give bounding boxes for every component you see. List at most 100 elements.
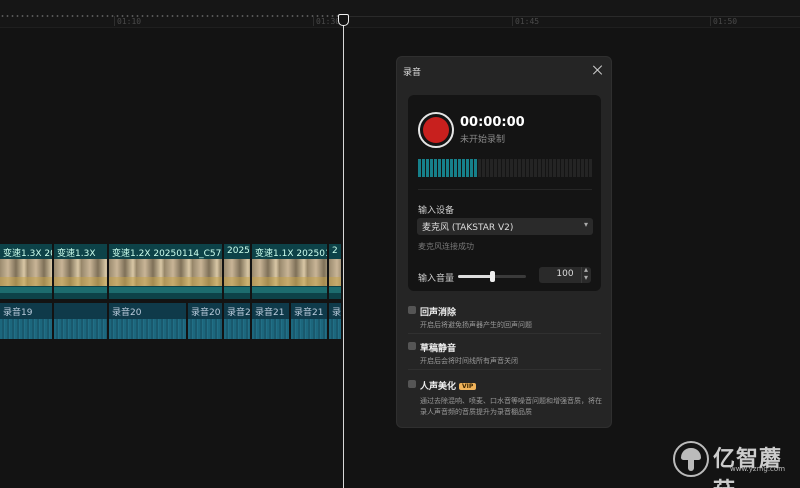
waveform — [109, 319, 186, 339]
record-timer: 00:00:00 — [460, 115, 525, 130]
volume-stepper[interactable] — [581, 265, 593, 283]
input-device-select[interactable]: 麦克风 (TAKSTAR V2) ▾ — [417, 218, 593, 235]
clip-bar — [109, 287, 222, 293]
meter-segment — [477, 159, 481, 177]
level-meter — [418, 159, 593, 177]
dialog-title: 录音 — [403, 68, 422, 78]
input-device-label: 输入设备 — [418, 206, 455, 216]
audio-clip[interactable]: 录音21 — [291, 303, 328, 339]
video-clip[interactable]: 2 — [329, 244, 342, 299]
meter-segment — [573, 159, 577, 177]
video-clip[interactable]: 变速1.3X — [54, 244, 108, 299]
meter-segment — [433, 159, 437, 177]
meter-segment — [557, 159, 561, 177]
audio-clip[interactable] — [54, 303, 108, 339]
playhead-handle[interactable] — [338, 14, 349, 26]
playhead-line[interactable] — [343, 14, 344, 488]
meter-segment — [589, 159, 593, 177]
meter-segment — [541, 159, 545, 177]
meter-segment — [497, 159, 501, 177]
audio-track: 录音19 录音20 录音20 录音21 录音21 录音21 录 — [0, 303, 342, 341]
clip-label: 录音20 — [112, 308, 142, 318]
meter-segment — [545, 159, 549, 177]
timeline-ruler[interactable]: 01:10 01:30 01:45 01:50 — [0, 0, 800, 28]
clip-thumbnails — [329, 259, 341, 286]
divider — [408, 333, 601, 334]
tick-label: 01:50 — [713, 17, 738, 26]
clip-label: 变速1.3X 20 — [3, 249, 53, 259]
clip-label: 变速1.1X 20250114 — [255, 249, 327, 259]
meter-segment — [465, 159, 469, 177]
tick-mark — [114, 16, 115, 26]
meter-segment — [493, 159, 497, 177]
audio-clip[interactable]: 录音21 — [252, 303, 290, 339]
meter-segment — [517, 159, 521, 177]
video-clip[interactable]: 变速1.3X 20 — [0, 244, 53, 299]
mute-draft-checkbox[interactable] — [408, 342, 416, 350]
meter-segment — [565, 159, 569, 177]
video-clip[interactable]: 20250114 — [224, 244, 251, 299]
audio-clip[interactable]: 录 — [329, 303, 342, 339]
clip-bar — [224, 287, 250, 293]
clip-bar — [329, 287, 341, 293]
clip-bar — [54, 287, 107, 293]
meter-segment — [425, 159, 429, 177]
clip-label: 录 — [332, 308, 342, 318]
record-button[interactable] — [418, 112, 454, 148]
meter-segment — [549, 159, 553, 177]
clip-label: 变速1.3X — [57, 249, 96, 259]
waveform — [0, 319, 52, 339]
meter-segment — [489, 159, 493, 177]
waveform — [252, 319, 289, 339]
audio-clip[interactable]: 录音19 — [0, 303, 53, 339]
option-desc: 通过去除混响、喷麦、口水音等噪音问题和增强音质，将在录人声音频的音质提升为录音棚… — [420, 397, 602, 416]
echo-cancel-checkbox[interactable] — [408, 306, 416, 314]
audio-clip[interactable]: 录音20 — [188, 303, 223, 339]
tick-mark — [710, 16, 711, 26]
meter-segment — [569, 159, 573, 177]
clip-thumbnails — [54, 259, 107, 286]
voice-enhance-checkbox[interactable] — [408, 380, 416, 388]
clip-label: 录音21 — [227, 308, 251, 318]
volume-slider-knob[interactable] — [490, 271, 495, 282]
meter-segment — [469, 159, 473, 177]
clip-label: 20250114 — [227, 246, 250, 256]
video-clip[interactable]: 变速1.2X 20250114_C5768 — [109, 244, 223, 299]
input-device-value: 麦克风 (TAKSTAR V2) — [422, 223, 514, 233]
volume-slider[interactable] — [458, 271, 526, 282]
waveform — [291, 319, 327, 339]
option-title-text: 人声美化 — [420, 382, 457, 392]
volume-slider-fill — [458, 275, 492, 278]
meter-segment — [561, 159, 565, 177]
waveform — [54, 319, 107, 339]
meter-segment — [501, 159, 505, 177]
meter-segment — [481, 159, 485, 177]
clip-label: 变速1.2X 20250114_C5768 — [112, 249, 223, 259]
record-status: 未开始录制 — [460, 135, 506, 145]
clip-bar — [252, 287, 327, 293]
tick-label: 01:30 — [316, 17, 341, 26]
meter-segment — [513, 159, 517, 177]
meter-segment — [521, 159, 525, 177]
meter-segment — [581, 159, 585, 177]
divider — [408, 369, 601, 370]
close-icon[interactable] — [591, 63, 605, 77]
meter-segment — [441, 159, 445, 177]
option-desc: 开启后将避免扬声器产生的回声问题 — [420, 321, 532, 329]
option-title: 人声美化 VIP — [420, 379, 477, 392]
waveform — [188, 319, 222, 339]
meter-segment — [473, 159, 477, 177]
meter-segment — [585, 159, 589, 177]
meter-segment — [505, 159, 509, 177]
tick-label: 01:10 — [117, 17, 142, 26]
option-desc: 开启后会将时间线所有声音关闭 — [420, 357, 518, 365]
volume-value: 100 — [556, 269, 574, 279]
audio-clip[interactable]: 录音21 — [224, 303, 251, 339]
meter-segment — [577, 159, 581, 177]
audio-clip[interactable]: 录音20 — [109, 303, 187, 339]
ruler-dots — [0, 15, 340, 17]
record-dialog: 录音 00:00:00 未开始录制 输入设备 麦克风 (TAKSTAR V2) … — [396, 56, 612, 428]
video-clip[interactable]: 变速1.1X 20250114 — [252, 244, 328, 299]
meter-segment — [553, 159, 557, 177]
clip-label: 录音21 — [294, 308, 324, 318]
